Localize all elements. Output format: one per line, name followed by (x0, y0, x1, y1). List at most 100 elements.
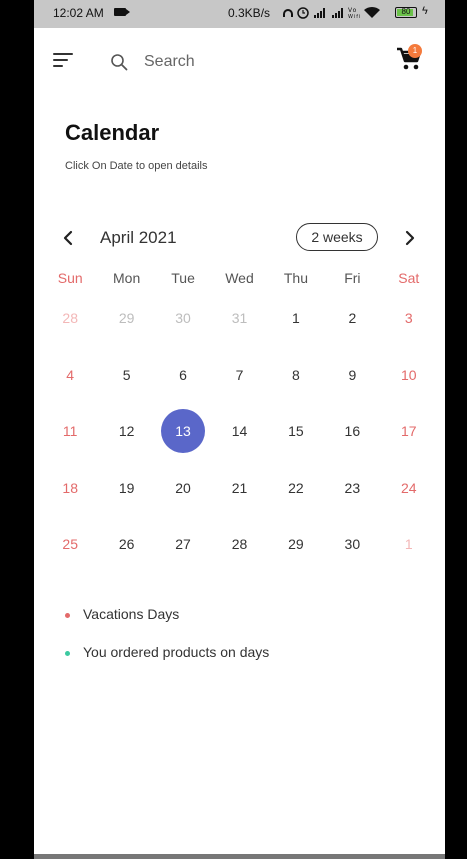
navigation-bar (34, 854, 445, 859)
calendar-day[interactable]: 11 (42, 403, 98, 460)
day-number: 11 (62, 423, 78, 440)
calendar-day[interactable]: 29 (268, 516, 324, 573)
filter-menu-icon[interactable] (53, 52, 73, 68)
two-weeks-view-button[interactable]: 2 weeks (296, 223, 378, 251)
calendar-day[interactable]: 8 (268, 347, 324, 404)
weekday-mon: Mon (113, 270, 141, 286)
search-input[interactable] (144, 48, 374, 76)
search-icon[interactable] (110, 53, 128, 71)
calendar-header: April 2021 2 weeks (34, 222, 445, 254)
day-number: 4 (66, 366, 75, 383)
calendar-day[interactable]: 4 (42, 347, 98, 404)
day-number: 15 (288, 423, 304, 440)
calendar-day[interactable]: 31 (211, 290, 267, 347)
calendar-day[interactable]: 18 (42, 460, 98, 517)
weekday-sat: Sat (398, 270, 420, 286)
day-number: 24 (400, 479, 417, 496)
day-number: 27 (175, 536, 191, 553)
day-number: 9 (348, 366, 357, 383)
day-number: 22 (288, 479, 304, 496)
battery-level: 80 (401, 7, 411, 16)
day-number: 20 (175, 479, 191, 496)
calendar-day[interactable]: 29 (98, 290, 154, 347)
day-number: 3 (404, 310, 413, 327)
svg-text:Wifi: Wifi (348, 14, 361, 20)
day-number: 30 (344, 536, 361, 553)
weekday-header: Sun Mon Tue Wed Thu Fri Sat (42, 266, 437, 290)
calendar-day[interactable]: 26 (98, 516, 154, 573)
day-number: 29 (288, 536, 304, 553)
calendar-day[interactable]: 2 (324, 290, 380, 347)
day-number: 28 (231, 536, 248, 553)
calendar-day[interactable]: 15 (268, 403, 324, 460)
calendar-days-grid: 28 29 30 31 1 2 3 4 5 6 7 8 9 10 11 12 1… (42, 290, 437, 573)
network-speed: 0.3KB/s (228, 6, 271, 20)
calendar-day[interactable]: 28 (42, 290, 98, 347)
calendar-day[interactable]: 30 (155, 290, 211, 347)
legend-label: You ordered products on days (83, 644, 270, 660)
calendar-day[interactable]: 7 (211, 347, 267, 404)
calendar-day[interactable]: 28 (211, 516, 267, 573)
weekday-wed: Wed (225, 270, 254, 286)
next-month-button[interactable] (400, 228, 420, 248)
calendar-day[interactable]: 6 (155, 347, 211, 404)
day-number: 14 (231, 423, 248, 440)
calendar-day[interactable]: 1 (381, 516, 437, 573)
weekday-sun: Sun (57, 270, 83, 286)
day-number: 16 (344, 423, 361, 440)
previous-month-button[interactable] (58, 228, 78, 248)
video-record-icon (114, 8, 130, 16)
legend-label: Vacations Days (83, 606, 180, 622)
calendar-day[interactable]: 9 (324, 347, 380, 404)
weekday-fri: Fri (344, 270, 361, 286)
calendar-day[interactable]: 22 (268, 460, 324, 517)
day-number: 18 (62, 479, 78, 496)
calendar-day[interactable]: 30 (324, 516, 380, 573)
page-title: Calendar (65, 120, 160, 145)
status-icons: Vo Wifi (282, 4, 390, 23)
phone-screen: 12:02 AM 0.3KB/s Vo Wifi 80 ϟ Search 1 C… (34, 0, 445, 859)
day-number: 21 (231, 479, 248, 496)
calendar-day[interactable]: 12 (98, 403, 154, 460)
calendar-day[interactable]: 1 (268, 290, 324, 347)
battery-icon: 80 (395, 7, 417, 18)
signal-wifi-icons: Vo Wifi (283, 6, 380, 20)
calendar-day[interactable]: 19 (98, 460, 154, 517)
weekday-tue: Tue (171, 270, 195, 286)
calendar-day[interactable]: 16 (324, 403, 380, 460)
day-number: 6 (179, 366, 187, 383)
day-number: 31 (231, 310, 248, 327)
day-number: 1 (292, 310, 300, 327)
calendar-day[interactable]: 27 (155, 516, 211, 573)
status-time: 12:02 AM (53, 6, 104, 20)
svg-text:Vo: Vo (348, 7, 357, 14)
day-number: 26 (118, 536, 135, 553)
legend-item-vacations: Vacations Days (65, 604, 365, 626)
charging-icon: ϟ (422, 5, 428, 17)
weekday-thu: Thu (283, 270, 308, 286)
day-number: 29 (118, 310, 135, 327)
day-number: 28 (62, 310, 78, 327)
day-number: 19 (118, 479, 135, 496)
status-bar: 12:02 AM 0.3KB/s Vo Wifi 80 ϟ (34, 0, 445, 28)
calendar-day-selected[interactable]: 13 (155, 403, 211, 460)
day-number: 1 (404, 536, 413, 553)
calendar-day[interactable]: 24 (381, 460, 437, 517)
calendar-day[interactable]: 17 (381, 403, 437, 460)
day-number: 8 (292, 366, 300, 383)
calendar-day[interactable]: 3 (381, 290, 437, 347)
calendar-day[interactable]: 20 (155, 460, 211, 517)
day-number: 2 (348, 310, 357, 327)
day-number: 30 (175, 310, 191, 327)
calendar-day[interactable]: 23 (324, 460, 380, 517)
calendar-day[interactable]: 5 (98, 347, 154, 404)
day-number: 5 (122, 366, 131, 383)
calendar-day[interactable]: 10 (381, 347, 437, 404)
calendar-day[interactable]: 21 (211, 460, 267, 517)
order-dot-icon (65, 651, 70, 656)
calendar-day[interactable]: 25 (42, 516, 98, 573)
day-number: 23 (344, 479, 361, 496)
calendar-day[interactable]: 14 (211, 403, 267, 460)
cart-count-badge: 1 (408, 44, 422, 58)
month-label: April 2021 (100, 228, 177, 247)
